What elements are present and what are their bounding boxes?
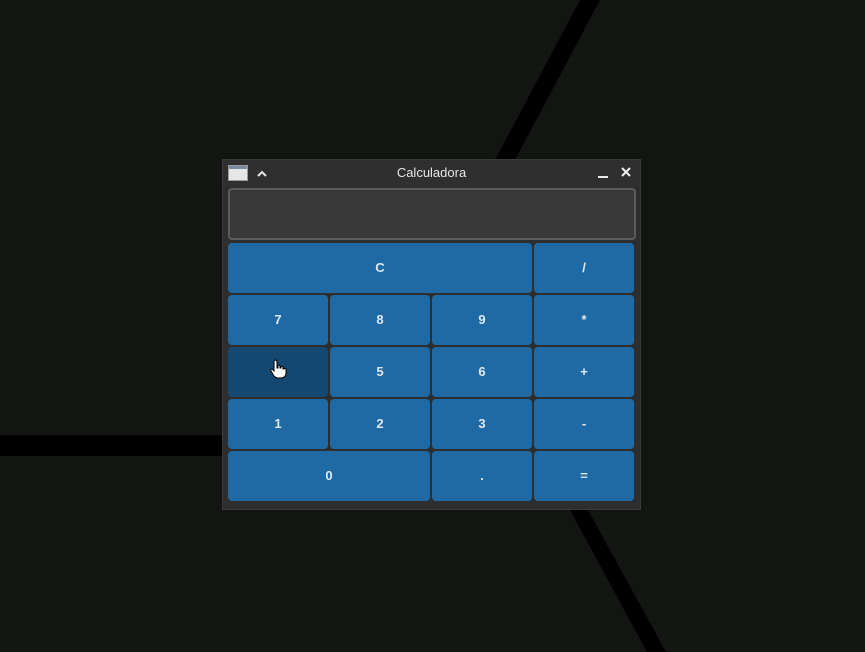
close-icon[interactable] [618, 164, 634, 180]
digit-6-button[interactable]: 6 [432, 347, 532, 397]
calculator-window: Calculadora C / 7 8 9 * 4 5 6 + 1 2 3 - … [222, 159, 641, 510]
digit-2-button[interactable]: 2 [330, 399, 430, 449]
add-button[interactable]: + [534, 347, 634, 397]
window-title: Calculadora [396, 165, 467, 180]
digit-1-button[interactable]: 1 [228, 399, 328, 449]
minimize-icon[interactable] [595, 165, 611, 181]
digit-9-button[interactable]: 9 [432, 295, 532, 345]
digit-8-button[interactable]: 8 [330, 295, 430, 345]
window-titlebar[interactable]: Calculadora [223, 160, 640, 186]
digit-0-button[interactable]: 0 [228, 451, 430, 501]
multiply-button[interactable]: * [534, 295, 634, 345]
digit-4-button[interactable]: 4 [228, 347, 328, 397]
digit-3-button[interactable]: 3 [432, 399, 532, 449]
divide-button[interactable]: / [534, 243, 634, 293]
decimal-point-button[interactable]: . [432, 451, 532, 501]
window-app-icon[interactable] [228, 165, 248, 181]
calculator-display[interactable] [228, 188, 636, 240]
chevron-up-icon[interactable] [255, 164, 269, 182]
equals-button[interactable]: = [534, 451, 634, 501]
clear-button[interactable]: C [228, 243, 532, 293]
digit-7-button[interactable]: 7 [228, 295, 328, 345]
digit-5-button[interactable]: 5 [330, 347, 430, 397]
calculator-keypad: C / 7 8 9 * 4 5 6 + 1 2 3 - 0 . = [228, 243, 636, 503]
subtract-button[interactable]: - [534, 399, 634, 449]
